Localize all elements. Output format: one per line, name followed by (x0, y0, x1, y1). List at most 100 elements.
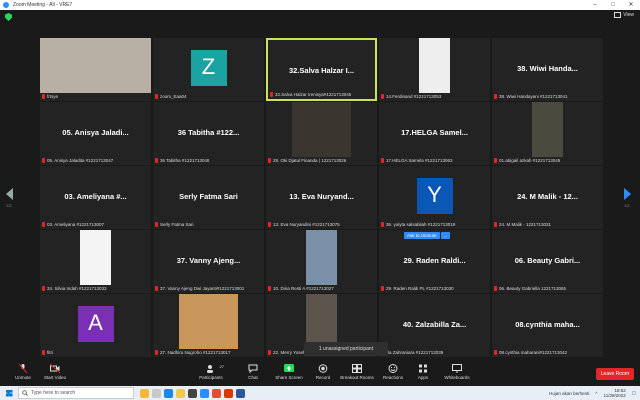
whiteboards-button[interactable]: Whiteboards (436, 364, 478, 380)
participant-tile[interactable]: 05. Anisya Jaladi... 05. Anisya Jaladita … (40, 102, 151, 165)
participant-video (80, 230, 111, 285)
weather-status[interactable]: Hujan akan berhenti (549, 391, 589, 396)
participants-icon (207, 365, 213, 373)
participant-tile[interactable]: 29. Raden Raldi... 29. Raden Raldi PL #12… (379, 230, 490, 293)
clock[interactable]: 18:52 11/28/2022 (604, 388, 626, 398)
ask-to-unmute-popup: Ask to Unmute ... (404, 232, 451, 239)
participant-name-label: 05. Anisya Jaladita #1221713047 (42, 158, 113, 163)
muted-mic-icon (381, 94, 384, 99)
muted-mic-icon (494, 94, 497, 99)
next-page-button[interactable]: 1/2 (624, 188, 634, 208)
participants-button[interactable]: Participants 27 (190, 364, 232, 380)
file-explorer-icon[interactable] (176, 388, 185, 398)
participant-name-label: zoom_Eaa04 (155, 94, 187, 99)
view-button[interactable]: View (614, 12, 634, 18)
grid-view-icon (614, 12, 622, 18)
participant-video (179, 294, 238, 349)
notifications-icon[interactable]: ▢ (632, 390, 636, 396)
participant-display-name: 13. Eva Nuryand... (289, 192, 354, 201)
participant-tile[interactable]: frtsye (40, 38, 151, 101)
participant-display-name: Serly Fatma Sari (179, 192, 238, 201)
participant-tile[interactable]: 14.Ferdinand #1221713053 (379, 38, 490, 101)
word-icon[interactable] (236, 388, 245, 398)
participant-name: 10. Dina Resti A #1221713027 (273, 286, 334, 291)
participant-name-label: 22. Merry Yosef (268, 350, 304, 355)
participant-tile[interactable]: 03. Ameliyana #... 03. Ameliyana #1221713… (40, 166, 151, 229)
participant-tile[interactable]: 34. Silvia Indah #1221713033 (40, 230, 151, 293)
start-video-button[interactable]: Start Video (34, 364, 76, 380)
participant-tile[interactable]: 38. Wiwi Handa... 38. Wiwi Handayani #122… (492, 38, 603, 101)
participant-tile[interactable]: 37. Vanny Ajeng... 37. Vanny Ajeng Dwi Ja… (153, 230, 264, 293)
participant-tile[interactable]: Serly Fatma Sari Serly Fatma Sari (153, 166, 264, 229)
participant-tile[interactable]: 28. Oki Djatul Finanda | 1221713026 (266, 102, 377, 165)
start-button[interactable] (0, 386, 18, 400)
chat-label: Chat (248, 375, 258, 380)
more-options-button[interactable]: ... (440, 232, 451, 239)
participant-video (306, 230, 337, 285)
muted-mic-icon (268, 158, 271, 163)
avatar: A (77, 305, 114, 342)
zoom-taskbar-icon[interactable] (200, 388, 209, 398)
leave-room-button[interactable]: Leave Room (595, 368, 634, 380)
participant-tile[interactable]: 40. Zalzabilla Za... illa Zahraniara #122… (379, 294, 490, 357)
unassigned-participant-notice[interactable]: 1 unassigned participant (304, 342, 388, 356)
participant-display-name: 08.cynthia maha... (515, 320, 580, 329)
participant-display-name: 38. Wiwi Handa... (517, 64, 578, 73)
task-view-icon[interactable] (152, 388, 161, 398)
muted-mic-icon (270, 92, 273, 97)
muted-mic-icon (494, 222, 497, 227)
ask-to-unmute-button[interactable]: Ask to Unmute (404, 232, 440, 239)
maximize-button[interactable]: □ (604, 0, 622, 10)
window-title: Zoom Meeting - All - VRE7 (13, 2, 73, 8)
participants-label: Participants (199, 375, 223, 380)
tray-chevron-icon[interactable]: ^ (595, 391, 597, 396)
participant-name: 05. Anisya Jaladita #1221713047 (47, 158, 114, 163)
start-video-label: Start Video (43, 375, 67, 380)
participant-tile[interactable]: 08.cynthia maha... 08.cynthia maharani#12… (492, 294, 603, 357)
participant-tile[interactable]: 10. Dina Resti A #1221713027 (266, 230, 377, 293)
participant-name: Serly Fatma Sari (160, 222, 194, 227)
muted-mic-icon (42, 350, 45, 355)
participant-tile[interactable]: Y 36. yulyta salsabilah #1221713019 (379, 166, 490, 229)
participant-tile[interactable]: Zzoom_Eaa04 (153, 38, 264, 101)
participant-tile[interactable]: 36 Tabitha #122... 36 Tabitha #1221713048 (153, 102, 264, 165)
participant-tile[interactable]: Afitri (40, 294, 151, 357)
participant-video (532, 102, 563, 157)
participant-display-name: 36 Tabitha #122... (177, 128, 240, 137)
participant-tile[interactable]: 17.HELGA Samel... 17.HELGA Samela #122171… (379, 102, 490, 165)
participant-name: 22. Merry Yosef (273, 350, 305, 355)
participant-display-name: 40. Zalzabilla Za... (402, 320, 467, 329)
muted-mic-icon (42, 286, 45, 291)
participant-tile[interactable]: 01.abigail azkah #1221713045 (492, 102, 603, 165)
participant-name: 38. Wiwi Handayani #1221713041 (499, 94, 568, 99)
minimize-button[interactable]: – (586, 0, 604, 10)
smiley-icon (388, 364, 398, 373)
participant-tile[interactable]: 06. Beauty Gabri... 06. Beauty Gabriella … (492, 230, 603, 293)
whiteboard-icon (452, 364, 462, 373)
muted-mic-icon (268, 286, 271, 291)
title-bar: Zoom Meeting - All - VRE7 – □ ✕ (0, 0, 640, 10)
store-icon[interactable] (188, 388, 197, 398)
close-button[interactable]: ✕ (622, 0, 640, 10)
edge-browser-icon[interactable] (164, 388, 173, 398)
participant-tile[interactable]: 27. Nadhira Nugroho #1221713017 (153, 294, 264, 357)
participant-tile[interactable]: 13. Eva Nuryand... 13. Eva Nuryandini #12… (266, 166, 377, 229)
participant-tile[interactable]: 24. M Malik - 12... 24. M Malik - 1221713… (492, 166, 603, 229)
muted-mic-icon (155, 94, 158, 99)
record-label: Record (315, 375, 331, 380)
participant-name-label: fitri (42, 350, 53, 355)
taskbar-search-box[interactable]: Type here to search (18, 387, 134, 399)
chrome-icon[interactable] (212, 388, 221, 398)
unmute-label: Unmute (15, 375, 31, 380)
participant-tile[interactable]: 32.Salva Halzar I... 32.Salva Halzar Iren… (266, 38, 377, 101)
participant-name-label: 14.Ferdinand #1221713053 (381, 94, 441, 99)
chevron-left-icon (6, 188, 13, 200)
gift-icon[interactable] (140, 388, 149, 398)
participant-name: 34. Silvia Indah #1221713033 (47, 286, 107, 291)
page-indicator-right: 1/2 (624, 203, 630, 208)
office-icon[interactable] (224, 388, 233, 398)
participant-video (419, 38, 450, 93)
zoom-app-icon (3, 2, 9, 8)
prev-page-button[interactable]: 1/2 (6, 188, 16, 208)
breakout-rooms-icon (352, 364, 362, 373)
